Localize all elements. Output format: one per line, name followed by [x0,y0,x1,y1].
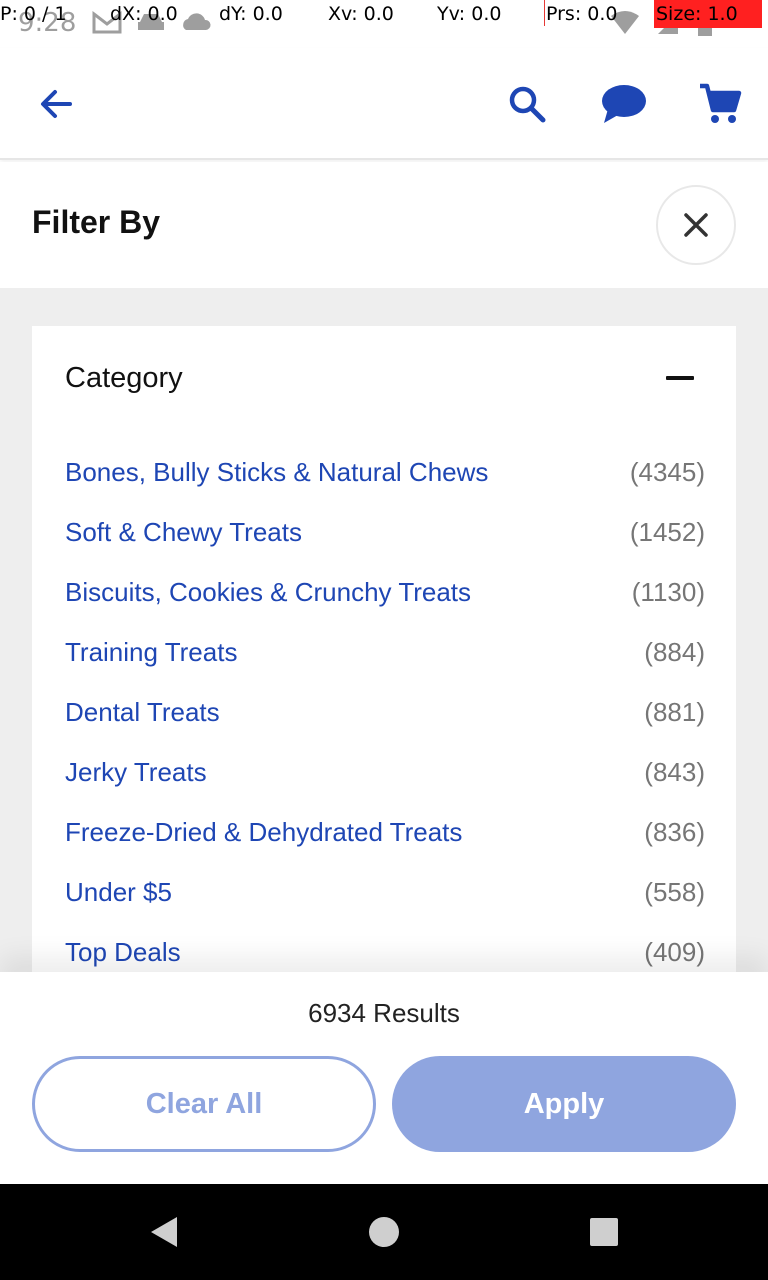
close-icon [684,213,708,237]
search-button[interactable] [497,74,557,134]
category-item-label: Jerky Treats [65,756,207,787]
cart-button[interactable] [690,74,750,134]
category-item-label: Top Deals [65,936,181,967]
category-item-label: Bones, Bully Sticks & Natural Chews [65,456,489,487]
category-item[interactable]: Under $5 (558) [65,862,705,922]
home-circle-icon [369,1217,399,1247]
overlay-xv: Xv: 0.0 [328,3,394,25]
category-item-label: Under $5 [65,876,172,907]
category-item-count: (1130) [631,576,705,607]
overlay-yv: Yv: 0.0 [437,3,502,25]
overlay-prs: Prs: 0.0 [546,3,618,25]
nav-home-button[interactable] [364,1212,404,1252]
category-item-count: (836) [644,816,705,847]
back-arrow-icon [41,90,72,118]
overlay-size: Size: 1.0 [654,0,762,28]
filter-header: Filter By [0,162,768,288]
category-item[interactable]: Top Deals (409) [65,922,705,972]
category-item-count: (881) [644,696,705,727]
category-item-count: (409) [644,936,705,967]
back-triangle-icon [151,1217,177,1247]
back-button[interactable] [26,74,86,134]
category-item-label: Dental Treats [65,696,220,727]
apply-button[interactable]: Apply [392,1056,736,1152]
category-section: Category Bones, Bully Sticks & Natural C… [32,326,736,972]
category-item[interactable]: Soft & Chewy Treats (1452) [65,502,705,562]
overlay-divider [544,0,545,26]
filter-title: Filter By [32,204,161,240]
cloud-icon [180,10,212,39]
results-count: 6934 Results [308,998,460,1028]
category-item-label: Biscuits, Cookies & Crunchy Treats [65,576,472,607]
category-item[interactable]: Biscuits, Cookies & Crunchy Treats (1130… [65,562,705,622]
category-item-count: (843) [644,756,705,787]
category-item-label: Soft & Chewy Treats [65,516,302,547]
category-item-count: (1452) [629,516,705,547]
category-item-label: Freeze-Dried & Dehydrated Treats [65,816,463,847]
overlay-pointer: P: 0 / 1 [0,3,67,25]
chat-icon [602,85,646,123]
search-icon [509,86,546,123]
bottom-action-panel: 6934 Results Clear All Apply [0,972,768,1184]
cart-icon [700,83,742,123]
nav-back-button[interactable] [144,1212,184,1252]
category-item-count: (884) [644,636,705,667]
recents-square-icon [590,1218,618,1246]
overlay-dy: dY: 0.0 [219,3,283,25]
category-item-count: (4345) [629,456,705,487]
filter-scroll-area[interactable]: Category Bones, Bully Sticks & Natural C… [0,288,768,972]
category-item-count: (558) [644,876,705,907]
category-item[interactable]: Training Treats (884) [65,622,705,682]
clear-all-button[interactable]: Clear All [32,1056,376,1152]
category-item[interactable]: Jerky Treats (843) [65,742,705,802]
app-bar [0,48,768,160]
status-bar: 9:28 P: 0 / 1 dX: 0.0 dY: 0.0 Xv: 0.0 Yv… [0,0,768,48]
category-item-label: Training Treats [65,636,238,667]
close-filter-button[interactable] [656,185,736,265]
chat-button[interactable] [594,74,654,134]
overlay-dx: dX: 0.0 [110,3,178,25]
nav-recents-button[interactable] [584,1212,624,1252]
category-item[interactable]: Freeze-Dried & Dehydrated Treats (836) [65,802,705,862]
category-item[interactable]: Bones, Bully Sticks & Natural Chews (434… [65,442,705,502]
category-item[interactable]: Dental Treats (881) [65,682,705,742]
category-list: Bones, Bully Sticks & Natural Chews (434… [65,442,705,972]
category-title: Category [65,362,183,394]
collapse-minus-icon[interactable] [666,376,694,380]
system-nav-bar [0,1184,768,1280]
